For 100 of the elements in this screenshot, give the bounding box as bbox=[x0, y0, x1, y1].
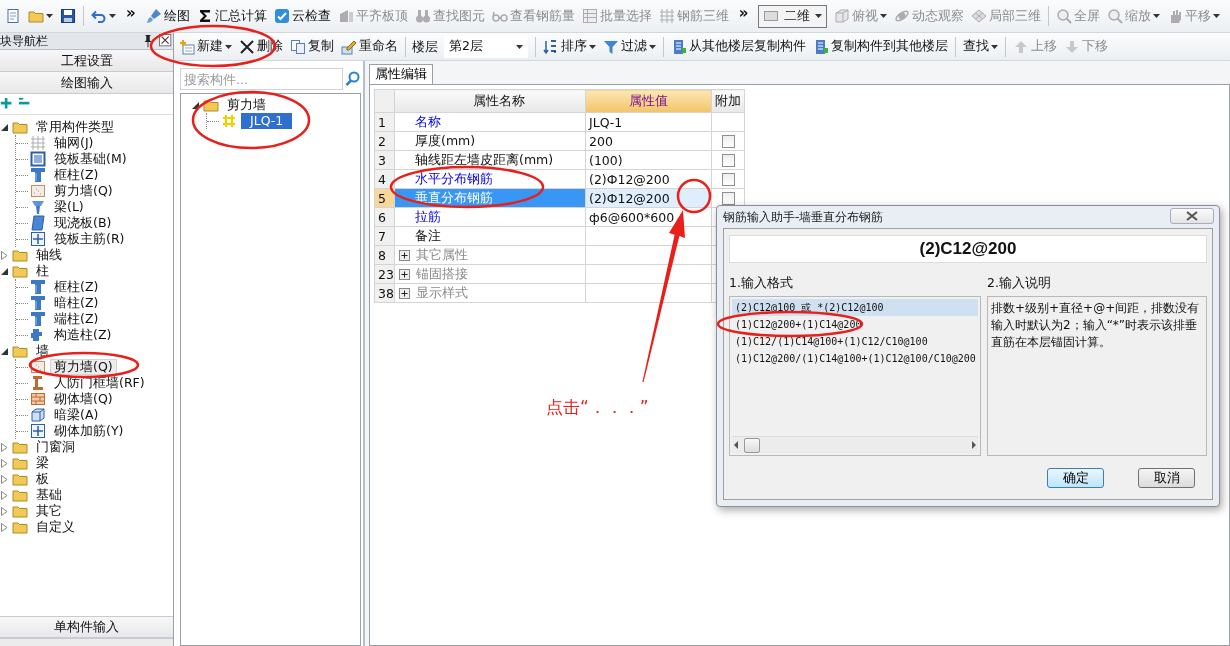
dropdown[interactable]: 第2层 bbox=[444, 35, 528, 58]
tree-item[interactable]: 柱 bbox=[32, 263, 53, 279]
expanded-arrow-icon[interactable] bbox=[0, 123, 8, 131]
collapsed-arrow-icon[interactable] bbox=[0, 490, 8, 500]
nav-section-button[interactable]: 单构件输入 bbox=[0, 616, 173, 638]
tree-item[interactable]: 基础 bbox=[32, 487, 66, 503]
value-field[interactable]: (2)C12@200 bbox=[729, 235, 1207, 263]
format-item[interactable]: (1)C12@200/(1)C14@100+(1)C12@100/C10@200 bbox=[732, 350, 978, 367]
wall-icon bbox=[30, 183, 46, 199]
search-icon bbox=[345, 71, 361, 87]
tree-item[interactable]: 筏板主筋(R) bbox=[50, 231, 129, 247]
close-button[interactable] bbox=[1170, 208, 1214, 224]
tree-item[interactable]: 构造柱(Z) bbox=[50, 327, 116, 343]
checkbox[interactable] bbox=[721, 153, 735, 167]
tree-item[interactable]: 轴线 bbox=[32, 247, 66, 263]
tree-item[interactable]: 轴网(J) bbox=[50, 135, 98, 151]
toolbar-button[interactable]: 从其他楼层复制构件 bbox=[668, 36, 809, 57]
tree-item[interactable]: 剪力墙(Q) bbox=[50, 183, 117, 199]
toolbar-button[interactable]: 查找 bbox=[960, 36, 1001, 57]
folder-icon bbox=[203, 97, 219, 113]
search-field[interactable]: 搜索构件... bbox=[180, 68, 343, 90]
section-label: 2.输入说明 bbox=[987, 275, 1051, 292]
toolbar-button[interactable]: 排序 bbox=[540, 36, 599, 57]
property-value-cell[interactable]: (100) bbox=[585, 150, 712, 170]
tree-item[interactable]: 其它 bbox=[32, 503, 66, 519]
collapsed-arrow-icon[interactable] bbox=[0, 506, 8, 516]
cube-icon bbox=[834, 8, 851, 24]
toolbar-button[interactable]: 新建 bbox=[176, 36, 235, 57]
close-icon bbox=[159, 34, 173, 48]
collapsed-arrow-icon[interactable] bbox=[0, 250, 8, 260]
close-icon bbox=[1186, 211, 1198, 221]
tree-item[interactable]: 墙 bbox=[32, 343, 53, 359]
annotation-text: 点击“．．．” bbox=[546, 396, 649, 419]
nav-section-button[interactable]: 绘图输入 bbox=[0, 72, 173, 94]
tree-item[interactable]: JLQ-1 bbox=[241, 113, 293, 129]
collapsed-arrow-icon[interactable] bbox=[0, 474, 8, 484]
expanded-arrow-icon[interactable] bbox=[191, 101, 199, 109]
scrollbar-thumb[interactable] bbox=[744, 437, 760, 453]
expand-box-icon[interactable] bbox=[399, 249, 410, 261]
nav-section-button[interactable]: 工程设置 bbox=[0, 50, 173, 72]
tree-item[interactable]: 暗柱(Z) bbox=[50, 295, 103, 311]
checkbox[interactable] bbox=[721, 172, 735, 186]
tree-item[interactable]: 端柱(Z) bbox=[50, 311, 103, 327]
toolbar-button[interactable]: 重命名 bbox=[338, 36, 401, 57]
toolbar-button[interactable]: 汇总计算 bbox=[193, 5, 270, 27]
tree-item[interactable]: 剪力墙 bbox=[223, 97, 270, 113]
format-item[interactable]: (2)C12@100 或 *(2)C12@100 bbox=[732, 299, 978, 316]
toolbar-button[interactable]: 过滤 bbox=[600, 36, 659, 57]
property-value-cell[interactable]: 200 bbox=[585, 131, 712, 151]
copy-icon bbox=[813, 38, 829, 55]
cross-icon bbox=[30, 231, 46, 247]
folder-icon bbox=[28, 8, 44, 24]
tree-item[interactable]: 砌体墙(Q) bbox=[50, 391, 117, 407]
property-name-cell: 名称 bbox=[394, 112, 586, 132]
horizontal-scrollbar[interactable] bbox=[732, 436, 978, 453]
grid-icon bbox=[658, 8, 675, 24]
property-value-cell[interactable]: JLQ-1 bbox=[585, 112, 712, 132]
checkbox[interactable] bbox=[721, 191, 735, 205]
format-item[interactable]: (1)C12@200+(1)C14@200 bbox=[732, 316, 978, 333]
collapsed-arrow-icon[interactable] bbox=[0, 458, 8, 468]
folder-icon bbox=[12, 503, 28, 519]
tree-item[interactable]: 框柱(Z) bbox=[50, 167, 103, 183]
dialog-button[interactable]: 确定 bbox=[1047, 468, 1104, 488]
column-header: 附加 bbox=[711, 89, 745, 113]
toolbar-button[interactable]: 复制构件到其他楼层 bbox=[810, 36, 951, 57]
overflow-chevron[interactable]: » bbox=[732, 4, 755, 28]
expanded-arrow-icon[interactable] bbox=[0, 267, 8, 275]
expand-box-icon[interactable] bbox=[399, 268, 410, 280]
expand-box-icon[interactable] bbox=[399, 287, 410, 299]
frame-icon bbox=[30, 375, 46, 391]
ruler-icon bbox=[337, 8, 354, 24]
tree-item[interactable]: 门窗洞 bbox=[32, 439, 79, 455]
tree-item[interactable]: 板 bbox=[32, 471, 53, 487]
tree-item[interactable]: 自定义 bbox=[32, 519, 79, 535]
tree-item[interactable]: 砌体加筋(Y) bbox=[50, 423, 128, 439]
toolbar-button[interactable]: 云检查 bbox=[270, 5, 334, 27]
window-icon bbox=[763, 8, 780, 24]
toolbar-button[interactable]: 复制 bbox=[287, 36, 337, 57]
property-value-cell[interactable]: (2)Ф12@200 bbox=[585, 169, 712, 189]
tree-item[interactable]: 剪力墙(Q) bbox=[50, 359, 117, 375]
tree-item[interactable]: 现浇板(B) bbox=[50, 215, 116, 231]
toolbar-button[interactable]: 绘图 bbox=[142, 5, 193, 27]
tab[interactable]: 属性编辑 bbox=[369, 64, 433, 84]
tree-item[interactable]: 筏板基础(M) bbox=[50, 151, 131, 167]
property-group-label: 锚固搭接 bbox=[416, 265, 468, 283]
tree-item[interactable]: 常用构件类型 bbox=[32, 119, 118, 135]
collapsed-arrow-icon[interactable] bbox=[0, 442, 8, 452]
collapsed-arrow-icon[interactable] bbox=[0, 522, 8, 532]
checkbox[interactable] bbox=[721, 134, 735, 148]
tree-item[interactable]: 暗梁(A) bbox=[50, 407, 103, 423]
dropdown[interactable]: 二维 bbox=[758, 4, 828, 28]
tree-item[interactable]: 梁(L) bbox=[50, 199, 88, 215]
tree-item[interactable]: 框柱(Z) bbox=[50, 279, 103, 295]
tree-item[interactable]: 梁 bbox=[32, 455, 53, 471]
dialog-button[interactable]: 取消 bbox=[1138, 468, 1195, 488]
format-item[interactable]: (1)C12/(1)C14@100+(1)C12/C10@100 bbox=[732, 333, 978, 350]
expanded-arrow-icon[interactable] bbox=[0, 347, 8, 355]
slab-icon bbox=[30, 215, 46, 231]
folder-icon bbox=[12, 439, 28, 455]
overflow-chevron[interactable]: » bbox=[120, 4, 142, 28]
